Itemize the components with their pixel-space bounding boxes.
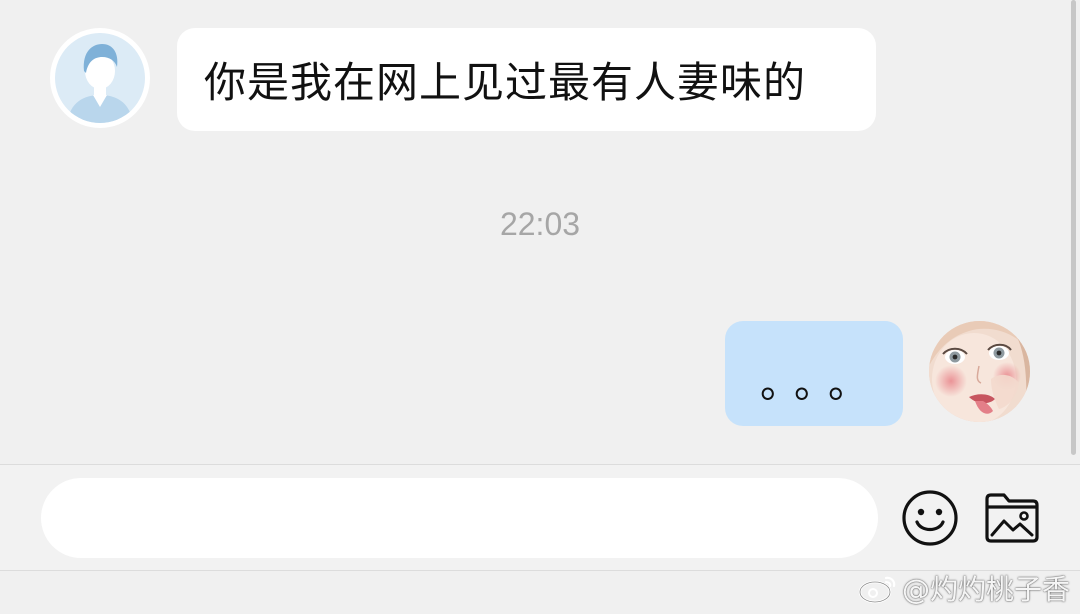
chat-area[interactable]: 你是我在网上见过最有人妻味的 22:03 。。。 <box>0 0 1080 464</box>
weibo-logo-icon <box>858 576 896 604</box>
contact-avatar[interactable] <box>50 28 150 128</box>
image-folder-button[interactable] <box>984 491 1040 545</box>
incoming-message-bubble[interactable]: 你是我在网上见过最有人妻味的 <box>177 28 876 131</box>
incoming-message-text: 你是我在网上见过最有人妻味的 <box>204 58 807 107</box>
watermark: @灼灼桃子香 <box>858 570 1070 606</box>
outgoing-message-text: 。。。 <box>760 360 882 407</box>
scrollbar[interactable] <box>1071 0 1076 455</box>
outgoing-message-bubble[interactable]: 。。。 <box>725 321 903 426</box>
emoji-icon <box>902 490 958 546</box>
user-avatar-photo <box>929 321 1030 422</box>
message-input[interactable] <box>41 478 878 558</box>
default-person-icon <box>55 33 145 123</box>
watermark-text: @灼灼桃子香 <box>901 573 1070 606</box>
image-folder-icon <box>985 493 1039 543</box>
message-timestamp: 22:03 <box>499 206 581 242</box>
user-avatar[interactable] <box>929 321 1030 422</box>
emoji-button[interactable] <box>901 489 959 547</box>
